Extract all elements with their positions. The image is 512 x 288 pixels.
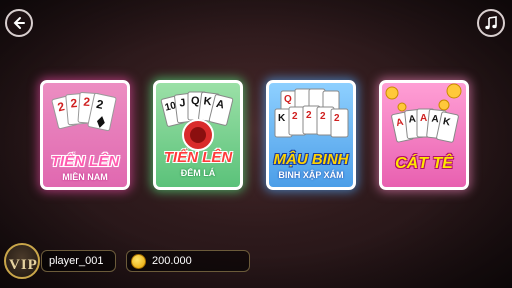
svg-text:K: K: [203, 95, 212, 108]
svg-text:A: A: [431, 114, 439, 126]
coin-icon: [131, 253, 146, 269]
vip-badge: VIP: [9, 257, 38, 273]
svg-text:K: K: [278, 113, 286, 124]
game-title: TIẾN LÊN: [163, 149, 233, 166]
game-title: CÁT TÊ: [395, 155, 453, 172]
coin-balance-box[interactable]: 200.000: [126, 250, 250, 272]
game-list: 2 2 2 2 TIẾN LÊN MIỀN NAM 10 J Q K A TIẾ…: [0, 80, 512, 195]
game-tile-tien-len-mien-nam[interactable]: 2 2 2 2 TIẾN LÊN MIỀN NAM: [40, 80, 130, 190]
svg-text:2: 2: [320, 111, 326, 122]
game-subtitle: ĐẾM LÁ: [180, 168, 216, 178]
music-note-icon: [485, 16, 497, 30]
svg-text:A: A: [420, 113, 427, 124]
svg-text:2: 2: [83, 95, 91, 109]
game-subtitle: MIỀN NAM: [62, 172, 108, 182]
arrow-left-icon: [13, 17, 25, 29]
game-title: MẬU BINH: [273, 151, 349, 168]
svg-text:2: 2: [306, 110, 312, 121]
coin-balance: 200.000: [152, 255, 192, 267]
svg-text:2: 2: [334, 113, 340, 124]
game-title: TIẾN LÊN: [50, 153, 120, 170]
player-name-box[interactable]: player_001: [41, 250, 116, 272]
game-tile-tien-len-dem-la[interactable]: 10 J Q K A TIẾN LÊN ĐẾM LÁ: [153, 80, 243, 190]
game-tile-cat-te[interactable]: A A A A K CÁT TÊ: [379, 80, 469, 190]
player-name: player_001: [49, 255, 104, 267]
music-button[interactable]: [477, 9, 505, 37]
game-tile-mau-binh[interactable]: Q K 2 2 2 2 MẬU BINH BINH XẬP XÁM: [266, 80, 356, 190]
svg-text:Q: Q: [284, 94, 292, 105]
svg-text:A: A: [408, 114, 416, 126]
back-button[interactable]: [5, 9, 33, 37]
svg-text:Q: Q: [191, 95, 200, 107]
svg-text:2: 2: [292, 111, 298, 122]
game-subtitle: BINH XẬP XÁM: [278, 170, 344, 180]
